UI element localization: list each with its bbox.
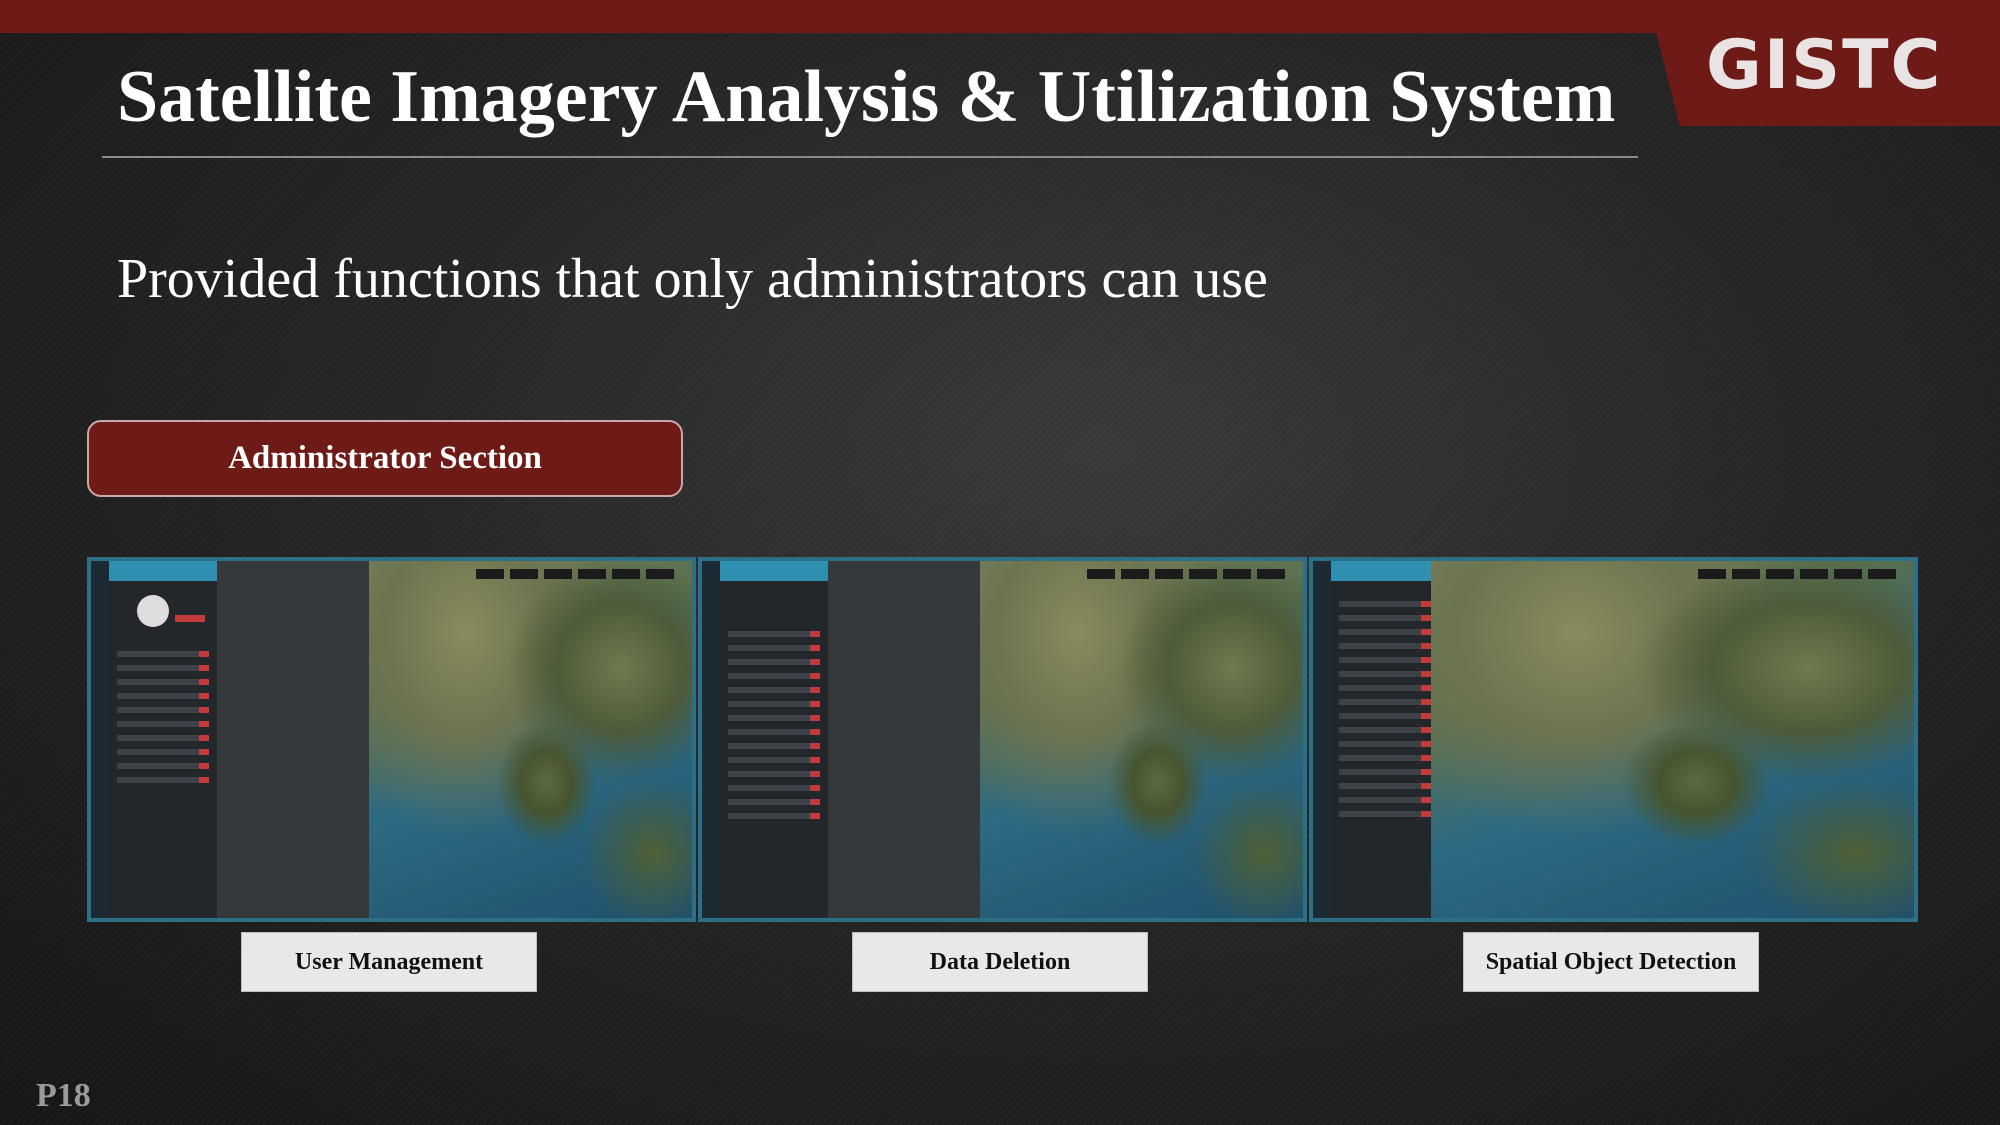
satellite-map [369, 561, 692, 918]
toolbar-rail [702, 561, 720, 918]
caption-data-deletion: Data Deletion [852, 932, 1148, 992]
detail-panel [828, 561, 984, 918]
page-title: Satellite Imagery Analysis & Utilization… [117, 56, 1616, 138]
gistc-logo: GISTC [1706, 26, 1943, 105]
administrator-section-button[interactable]: Administrator Section [87, 420, 683, 497]
user-list [117, 651, 209, 791]
screenshot-data-deletion [698, 557, 1307, 922]
screenshot-spatial-object-detection [1309, 557, 1918, 922]
satellite-map [980, 561, 1303, 918]
avatar [137, 595, 169, 627]
map-toolbar [476, 569, 674, 579]
side-panel [1331, 561, 1439, 918]
caption-user-management: User Management [241, 932, 537, 992]
panel-header [720, 561, 828, 581]
caption-spatial-object-detection: Spatial Object Detection [1463, 932, 1759, 992]
satellite-map [1431, 561, 1914, 918]
data-list [728, 631, 820, 827]
map-toolbar [1087, 569, 1285, 579]
map-toolbar [1698, 569, 1896, 579]
page-number: P18 [36, 1077, 91, 1114]
panel-header [109, 561, 217, 581]
role-badge [175, 615, 205, 622]
title-divider [102, 156, 1638, 158]
panel-header [1331, 561, 1439, 581]
screenshot-user-management [87, 557, 696, 922]
toolbar-rail [91, 561, 109, 918]
detail-panel [217, 561, 373, 918]
toolbar-rail [1313, 561, 1331, 918]
detection-list [1339, 601, 1431, 825]
side-panel [109, 561, 217, 918]
side-panel [720, 561, 828, 918]
page-subtitle: Provided functions that only administrat… [117, 248, 1268, 310]
